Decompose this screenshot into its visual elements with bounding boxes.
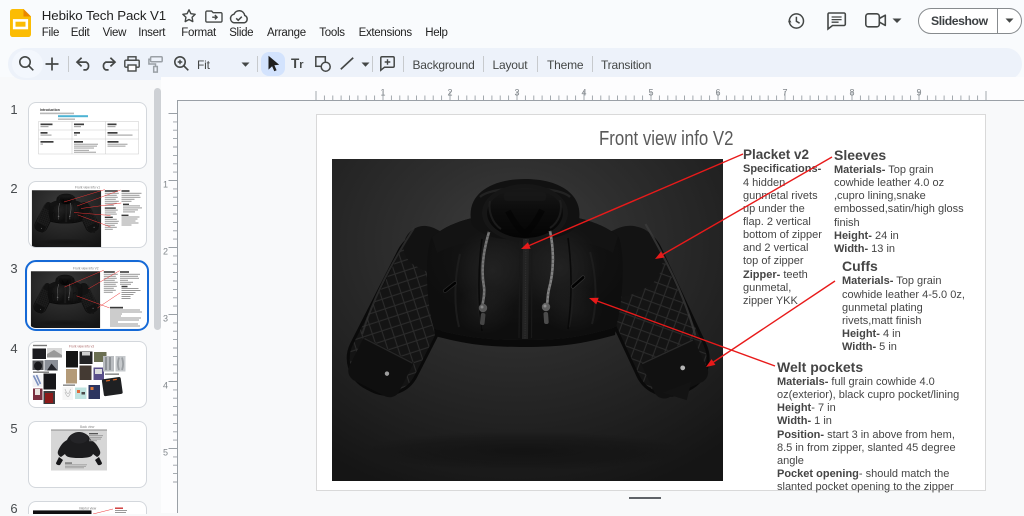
svg-text:Interior view: Interior view [79, 506, 97, 510]
svg-text:Front view info v3: Front view info v3 [69, 345, 94, 349]
svg-text:Back view: Back view [80, 425, 95, 429]
svg-text:Introduction: Introduction [40, 108, 60, 112]
svg-text:Front view info v1: Front view info v1 [75, 186, 100, 190]
svg-text:Front view info V2: Front view info V2 [73, 266, 99, 270]
